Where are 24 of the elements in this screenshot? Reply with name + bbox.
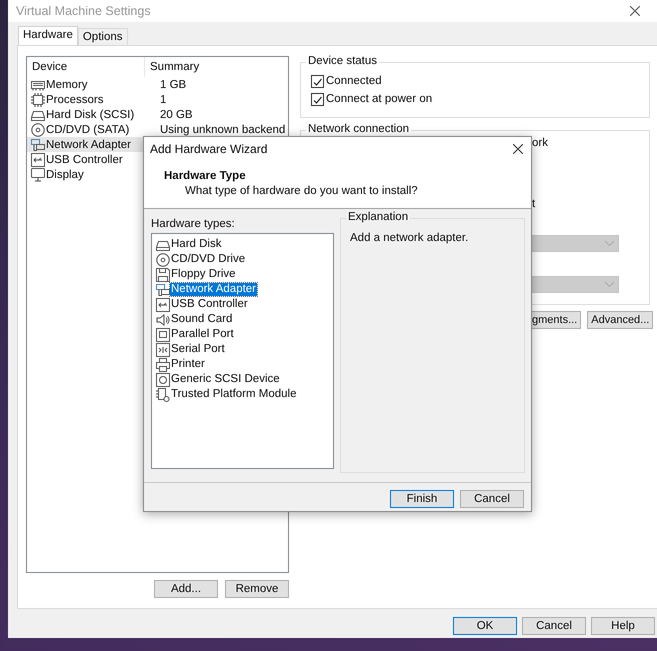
device-name: USB Controller	[45, 154, 124, 166]
device-summary: 1	[160, 94, 166, 106]
device-summary: 1 GB	[160, 78, 186, 90]
device-name: Hard Disk (SCSI)	[45, 108, 136, 120]
device-name: Display	[45, 168, 85, 180]
checkbox-label: Connected	[326, 75, 382, 87]
list-label: Hardware types:	[151, 218, 236, 230]
device-summary: 20 GB	[160, 108, 193, 120]
group-title: Explanation	[346, 211, 410, 223]
device-summary: Using unknown backend	[160, 124, 286, 136]
device-name: Memory	[45, 78, 89, 90]
group-title: Device status	[306, 55, 380, 67]
page-heading: Hardware Type	[164, 170, 247, 182]
window-title: Virtual Machine Settings	[15, 4, 152, 18]
group-title: Network connection	[306, 123, 411, 135]
dialog-title: Add Hardware Wizard	[150, 142, 268, 156]
explanation-text: Add a network adapter.	[350, 232, 470, 244]
checkbox-label: Connect at power on	[326, 93, 432, 105]
device-name: CD/DVD (SATA)	[45, 124, 130, 136]
device-name: Processors	[45, 94, 105, 106]
option-label: ork	[532, 137, 548, 149]
page-subheading: What type of hardware do you want to install?	[185, 185, 419, 197]
device-name: Network Adapter	[45, 138, 132, 150]
option-label: t	[532, 198, 536, 210]
